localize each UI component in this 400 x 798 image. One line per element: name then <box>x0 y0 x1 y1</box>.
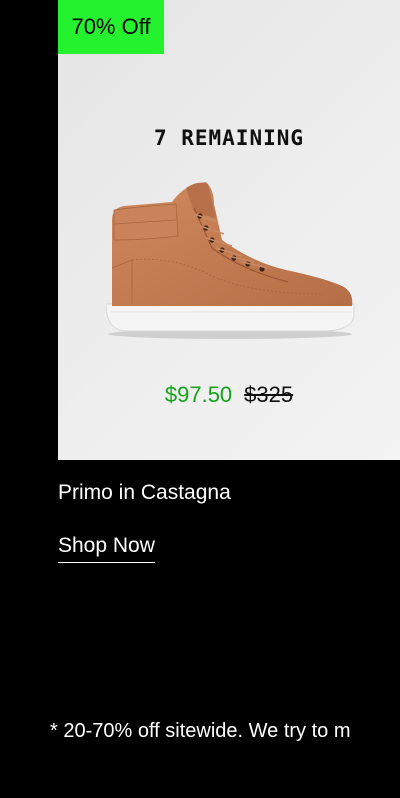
sneaker-product-image[interactable] <box>102 178 358 340</box>
price-row: $97.50 $325 <box>58 382 400 408</box>
promo-page: 70% Off 7 REMAINING $97.50 $325 Primo in… <box>0 0 400 798</box>
sale-price: $97.50 <box>164 382 233 407</box>
shop-now-link[interactable]: Shop Now <box>58 534 155 563</box>
product-card[interactable]: 70% Off 7 REMAINING $97.50 $325 <box>58 0 400 460</box>
discount-badge: 70% Off <box>58 0 164 54</box>
original-price: $325 <box>244 382 294 407</box>
sale-disclaimer: * 20-70% off sitewide. We try to m <box>50 720 351 742</box>
product-name[interactable]: Primo in Castagna <box>58 481 231 505</box>
stock-remaining-label: 7 REMAINING <box>153 126 305 150</box>
